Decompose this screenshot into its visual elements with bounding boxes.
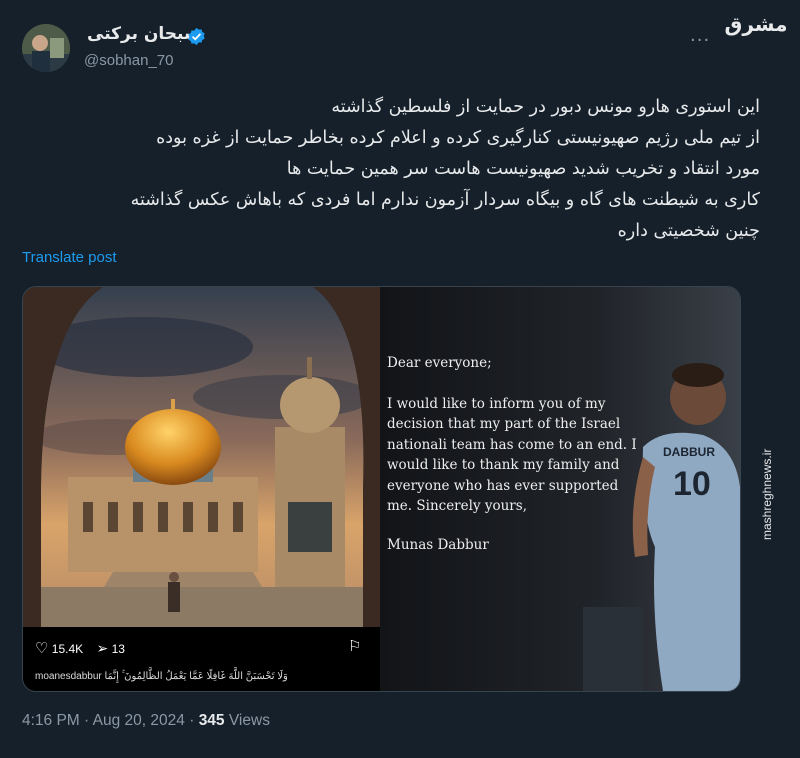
separator-dot: · [84, 712, 93, 729]
views-label: Views [228, 712, 270, 729]
letter-greeting: Dear everyone; [387, 355, 492, 371]
share-icon[interactable]: ➢ [97, 640, 109, 656]
views-count: 345 [198, 712, 225, 729]
author-avatar[interactable] [22, 24, 70, 72]
heart-icon[interactable]: ♡ [35, 640, 48, 657]
translate-post-link[interactable]: Translate post [22, 249, 117, 266]
tweet-line: چنین شخصیتی داره [617, 221, 760, 241]
jersey-name: DABBUR [663, 445, 715, 459]
post-time[interactable]: 4:16 PM [22, 712, 80, 729]
letter-signature: Munas Dabbur [387, 536, 489, 553]
likes-count: 15.4K [51, 642, 84, 656]
tweet-text: این استوری هارو مونس دبور در حمایت از فل… [40, 92, 760, 247]
instagram-actions: ♡ 15.4K ➢ 13 [35, 639, 125, 657]
author-handle[interactable]: @sobhan_70 [84, 52, 173, 69]
tweet-line: این استوری هارو مونس دبور در حمایت از فل… [331, 97, 760, 117]
post-date[interactable]: Aug 20, 2024 [93, 712, 185, 729]
separator-dot: · [189, 712, 199, 729]
tweet-line: مورد انتقاد و تخریب شدید صهیونیست هاست س… [286, 159, 760, 179]
tweet-footer: 4:16 PM · Aug 20, 2024 · 345 Views [22, 712, 270, 730]
avatar-image [22, 24, 70, 72]
watermark-logo: مشرق [724, 12, 788, 36]
tweet-line: کاری به شیطنت های گاه و بیگاه سردار آزمو… [130, 190, 760, 210]
more-options-icon[interactable]: ··· [690, 30, 710, 51]
letter-body: I would like to inform you of my decisio… [387, 395, 637, 515]
instagram-caption: moanesdabbur وَلَا تَحْسَبَنَّ اللَّهَ غ… [35, 671, 288, 682]
verified-badge-icon [188, 27, 205, 46]
author-name[interactable]: سبحان برکتی [87, 24, 201, 44]
jersey-number: 10 [673, 465, 711, 503]
bookmark-icon[interactable]: ⚐ [348, 637, 361, 655]
tweet-line: از تیم ملی رژیم صهیونیستی کنارگیری کرده … [156, 128, 760, 148]
tweet-media[interactable]: Dear everyone; I would like to inform yo… [22, 286, 741, 692]
letter-text: Dear everyone; I would like to inform yo… [387, 353, 647, 555]
instagram-bar: ♡ 15.4K ➢ 13 ⚐ moanesdabbur وَلَا تَحْسَ… [23, 627, 380, 691]
shares-count: 13 [111, 642, 125, 656]
